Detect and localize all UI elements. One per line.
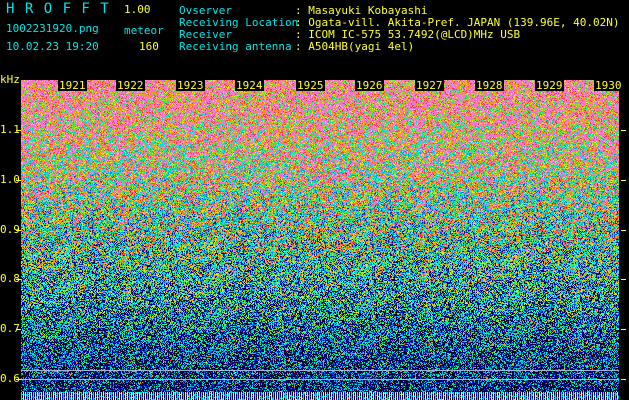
header-panel: H R O F F T 1.00 1002231920.png meteor 1… (0, 0, 629, 78)
x-tick-label: 1927 (415, 79, 444, 92)
x-tick-label: 1929 (535, 79, 564, 92)
receiver-value: : ICOM IC-575 53.7492(@LCD)MHz USB (295, 28, 521, 41)
app-title: H R O F F T (6, 1, 110, 17)
observer-value: : Masayuki Kobayashi (295, 4, 428, 17)
observer-label: Ovserver (179, 4, 232, 17)
x-tick-label: 1928 (475, 79, 504, 92)
x-tick-label: 1926 (355, 79, 384, 92)
antenna-value: : A504HB(yagi 4el) (295, 40, 415, 53)
mode-label: meteor (124, 24, 164, 37)
antenna-label: Receiving antenna (179, 40, 292, 53)
y-tick-right (621, 279, 626, 280)
x-tick-label: 1922 (116, 79, 145, 92)
y-tick (16, 329, 21, 330)
x-tick-label: 1930 (594, 79, 623, 92)
y-tick-right (621, 329, 626, 330)
y-tick (16, 130, 21, 131)
location-label: Receiving Location (179, 16, 299, 29)
y-axis-unit: kHz (0, 73, 20, 86)
app-version: 1.00 (124, 3, 151, 16)
y-tick (16, 379, 21, 380)
y-tick-right (621, 379, 626, 380)
x-tick-label: 1925 (296, 79, 325, 92)
x-tick-label: 1924 (235, 79, 264, 92)
y-tick-right (621, 230, 626, 231)
y-tick (16, 279, 21, 280)
datetime: 10.02.23 19:20 (6, 40, 99, 53)
y-tick-right (621, 130, 626, 131)
count-value: 160 (139, 40, 159, 53)
y-tick (16, 230, 21, 231)
x-tick-label: 1921 (58, 79, 87, 92)
file-name: 1002231920.png (6, 22, 99, 35)
y-tick (16, 180, 21, 181)
spectrogram (21, 80, 619, 400)
location-value: : Ogata-vill. Akita-Pref. JAPAN (139.96E… (295, 16, 620, 29)
x-tick-label: 1923 (176, 79, 205, 92)
receiver-label: Receiver (179, 28, 232, 41)
y-tick-right (621, 180, 626, 181)
